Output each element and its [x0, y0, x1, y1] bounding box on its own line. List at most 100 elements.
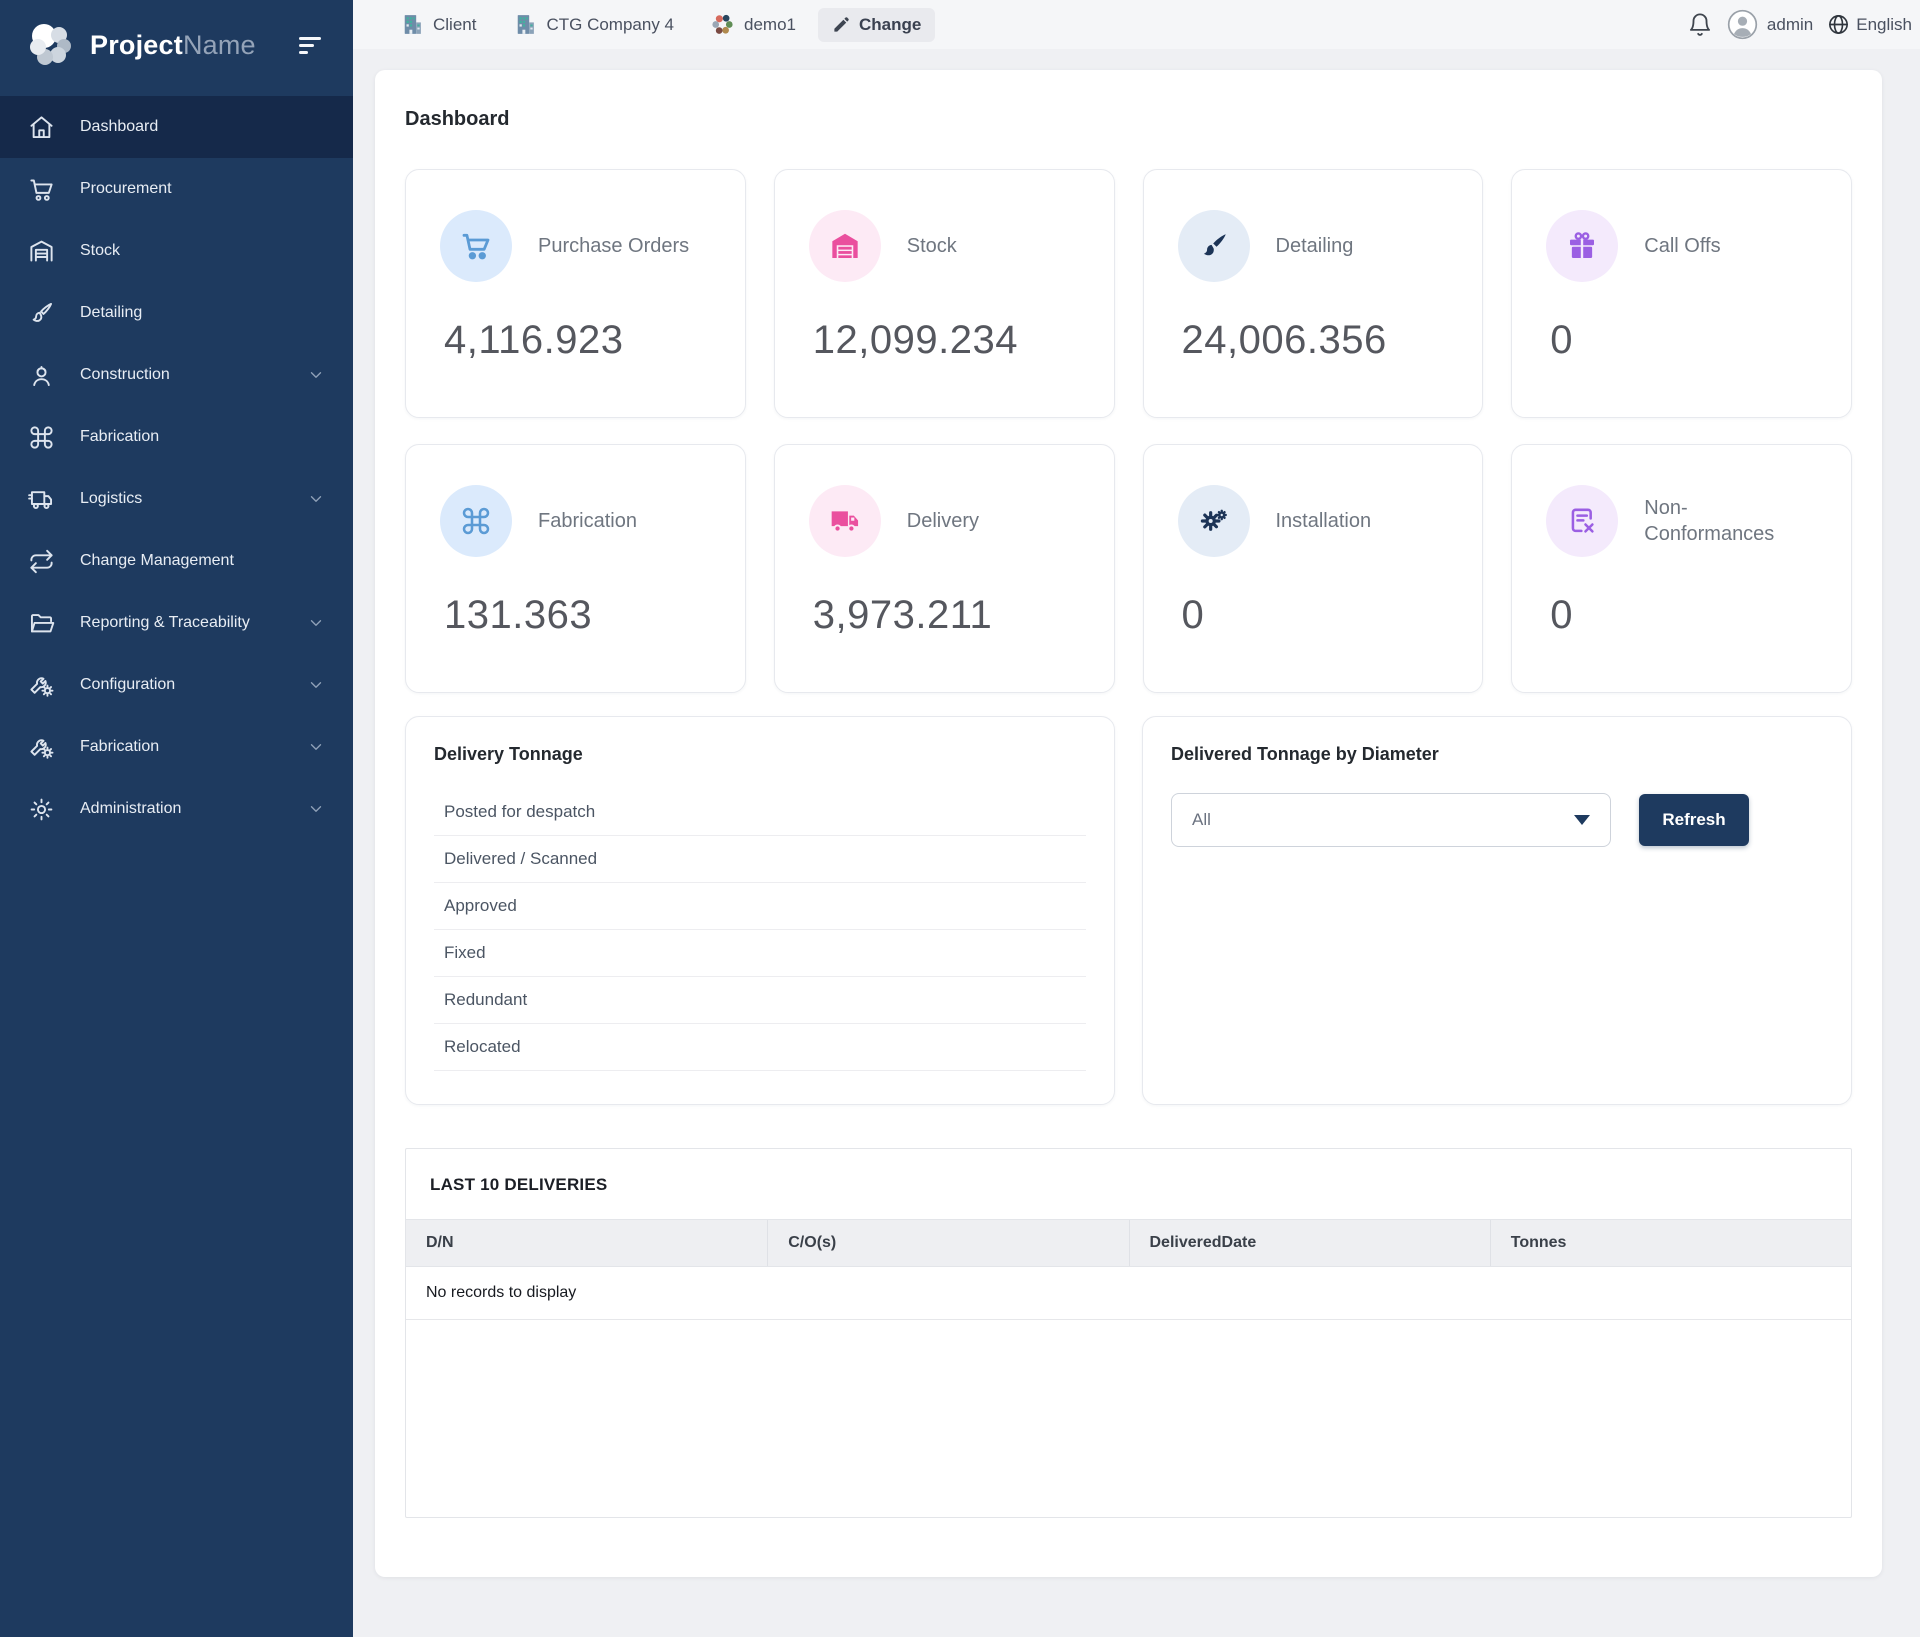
- brand-name: ProjectName: [90, 30, 256, 61]
- sidebar-item-fabrication-2[interactable]: Fabrication: [0, 716, 353, 778]
- chevron-down-icon: [307, 366, 325, 384]
- stat-card-value: 131.363: [444, 593, 711, 638]
- company-label: CTG Company 4: [546, 15, 674, 35]
- language-selector[interactable]: English: [1827, 13, 1912, 36]
- sidebar-menu: Dashboard Procurement Stock Detailing: [0, 90, 353, 840]
- sidebar-item-administration[interactable]: Administration: [0, 778, 353, 840]
- gear-icon: [28, 796, 55, 823]
- sidebar-item-procurement[interactable]: Procurement: [0, 158, 353, 220]
- project-label: demo1: [744, 15, 796, 35]
- sidebar-item-stock[interactable]: Stock: [0, 220, 353, 282]
- app-root: ProjectName Dashboard Procurement: [0, 0, 1920, 1637]
- truck-icon: [28, 486, 55, 513]
- stat-card-value: 0: [1182, 593, 1449, 638]
- user-menu[interactable]: admin: [1727, 9, 1813, 40]
- chevron-down-icon: [307, 676, 325, 694]
- brand-name-light: Name: [183, 30, 256, 60]
- pinwheel-icon: [710, 12, 735, 37]
- stat-card-call-offs[interactable]: Call Offs 0: [1511, 169, 1852, 418]
- stat-card-detailing[interactable]: Detailing 24,006.356: [1143, 169, 1484, 418]
- column-header-tonnes[interactable]: Tonnes: [1490, 1220, 1851, 1266]
- panels-row: Delivery Tonnage Posted for despatch Del…: [405, 716, 1852, 1105]
- stat-card-value: 24,006.356: [1182, 318, 1449, 363]
- warehouse-icon: [809, 210, 881, 282]
- delivery-tonnage-panel: Delivery Tonnage Posted for despatch Del…: [405, 716, 1115, 1105]
- sidebar-item-dashboard[interactable]: Dashboard: [0, 96, 353, 158]
- chevron-down-icon: [307, 490, 325, 508]
- sidebar-item-change-management[interactable]: Change Management: [0, 530, 353, 592]
- sidebar-item-configuration[interactable]: Configuration: [0, 654, 353, 716]
- stat-card-value: 12,099.234: [813, 318, 1080, 363]
- gears-icon: [1178, 485, 1250, 557]
- topbar: Client CTG Company 4: [353, 0, 1920, 49]
- stat-card-label: Purchase Orders: [538, 233, 689, 259]
- tonnage-by-diameter-panel: Delivered Tonnage by Diameter All Refres…: [1142, 716, 1852, 1105]
- folder-open-icon: [28, 610, 55, 637]
- stat-card-label: Detailing: [1276, 233, 1354, 259]
- user-label: admin: [1767, 15, 1813, 35]
- command-icon: [440, 485, 512, 557]
- diameter-select[interactable]: All: [1171, 793, 1611, 847]
- tonnage-row: Delivered / Scanned: [434, 836, 1086, 883]
- cart-icon: [28, 176, 55, 203]
- stat-card-stock[interactable]: Stock 12,099.234: [774, 169, 1115, 418]
- stat-card-label: Call Offs: [1644, 233, 1720, 259]
- sidebar-item-label: Construction: [80, 366, 170, 384]
- sidebar: ProjectName Dashboard Procurement: [0, 0, 353, 1637]
- globe-icon: [1827, 13, 1850, 36]
- brand: ProjectName: [0, 0, 353, 90]
- column-header-dn[interactable]: D/N: [406, 1220, 767, 1266]
- sidebar-item-label: Dashboard: [80, 118, 158, 136]
- notifications-bell-icon[interactable]: [1687, 12, 1713, 38]
- stat-card-value: 0: [1550, 318, 1817, 363]
- sidebar-item-label: Configuration: [80, 676, 175, 694]
- command-icon: [28, 424, 55, 451]
- table-header-row: D/N C/O(s) DeliveredDate Tonnes: [406, 1219, 1851, 1267]
- table-title: LAST 10 DELIVERIES: [406, 1149, 1851, 1219]
- filter-row: All Refresh: [1171, 793, 1823, 847]
- language-label: English: [1856, 15, 1912, 35]
- cart-icon: [440, 210, 512, 282]
- tools-icon: [28, 734, 55, 761]
- dashboard-container: Dashboard Purchase Orders 4,116.923: [375, 70, 1882, 1577]
- stat-card-purchase-orders[interactable]: Purchase Orders 4,116.923: [405, 169, 746, 418]
- stat-card-value: 3,973.211: [813, 593, 1080, 638]
- chevron-down-icon: [307, 614, 325, 632]
- company-selector[interactable]: CTG Company 4: [512, 12, 674, 37]
- client-selector[interactable]: Client: [399, 12, 476, 37]
- column-header-delivereddate[interactable]: DeliveredDate: [1129, 1220, 1490, 1266]
- sidebar-item-detailing[interactable]: Detailing: [0, 282, 353, 344]
- sidebar-item-construction[interactable]: Construction: [0, 344, 353, 406]
- tonnage-row: Relocated: [434, 1024, 1086, 1071]
- stat-card-delivery[interactable]: Delivery 3,973.211: [774, 444, 1115, 693]
- stat-card-label: Delivery: [907, 508, 979, 534]
- page-title: Dashboard: [405, 108, 1852, 131]
- column-header-cos[interactable]: C/O(s): [767, 1220, 1128, 1266]
- sidebar-item-label: Logistics: [80, 490, 142, 508]
- table-empty-message: No records to display: [406, 1267, 1851, 1320]
- change-button[interactable]: Change: [818, 8, 935, 42]
- sidebar-item-fabrication[interactable]: Fabrication: [0, 406, 353, 468]
- pencil-icon: [832, 15, 851, 34]
- gift-icon: [1546, 210, 1618, 282]
- stat-card-installation[interactable]: Installation 0: [1143, 444, 1484, 693]
- stat-card-label: Stock: [907, 233, 957, 259]
- stat-card-non-conformances[interactable]: Non-Conformances 0: [1511, 444, 1852, 693]
- sidebar-item-label: Change Management: [80, 552, 234, 570]
- avatar: [1727, 9, 1758, 40]
- sidebar-item-label: Procurement: [80, 180, 172, 198]
- sidebar-item-label: Fabrication: [80, 428, 159, 446]
- refresh-button[interactable]: Refresh: [1639, 794, 1749, 846]
- truck-icon: [809, 485, 881, 557]
- project-selector[interactable]: demo1: [710, 12, 796, 37]
- tonnage-row: Approved: [434, 883, 1086, 930]
- sidebar-collapse-icon[interactable]: [293, 31, 327, 60]
- stat-card-label: Installation: [1276, 508, 1372, 534]
- stat-cards-grid: Purchase Orders 4,116.923 Stock 12,099.2…: [405, 169, 1852, 693]
- stat-card-fabrication[interactable]: Fabrication 131.363: [405, 444, 746, 693]
- sidebar-item-reporting-traceability[interactable]: Reporting & Traceability: [0, 592, 353, 654]
- change-label: Change: [859, 15, 921, 35]
- repeat-icon: [28, 548, 55, 575]
- chevron-down-icon: [307, 738, 325, 756]
- sidebar-item-logistics[interactable]: Logistics: [0, 468, 353, 530]
